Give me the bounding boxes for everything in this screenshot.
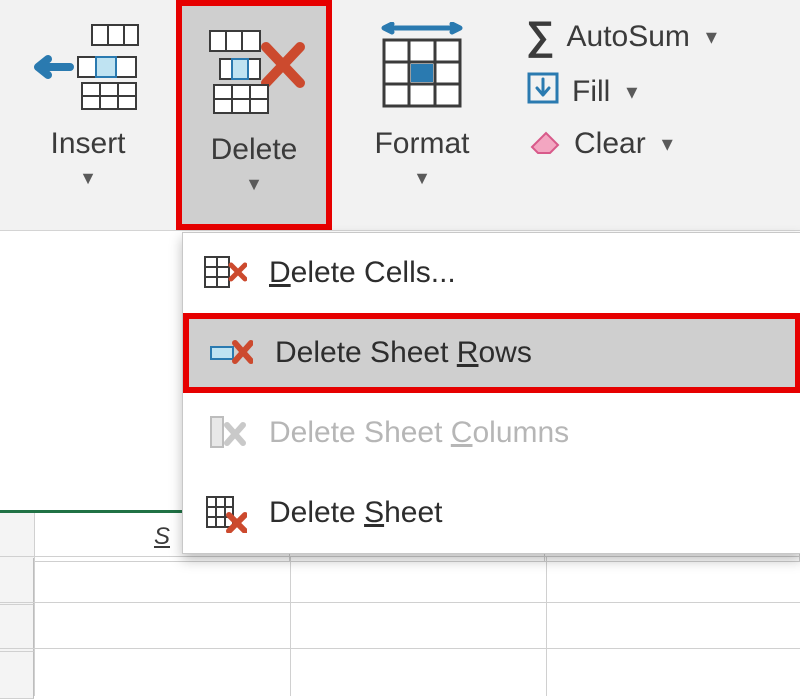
autosum-button[interactable]: ∑ AutoSum ▾ xyxy=(526,14,790,59)
delete-sheet-icon xyxy=(203,491,247,535)
sigma-icon: ∑ xyxy=(526,14,555,59)
clear-label: Clear xyxy=(574,127,646,161)
insert-label: Insert xyxy=(50,126,125,162)
chevron-down-icon: ▾ xyxy=(626,79,637,105)
editing-group: ∑ AutoSum ▾ Fill ▾ Clear ▾ xyxy=(512,0,800,230)
clear-button[interactable]: Clear ▾ xyxy=(526,125,790,163)
autosum-label: AutoSum xyxy=(567,20,690,54)
chevron-down-icon: ▾ xyxy=(662,131,673,157)
format-icon xyxy=(370,18,474,118)
menu-delete-cells[interactable]: Delete Cells... xyxy=(183,233,800,313)
chevron-down-icon: ▼ xyxy=(413,168,431,190)
eraser-icon xyxy=(526,125,562,163)
fill-label: Fill xyxy=(572,75,610,109)
delete-button[interactable]: Delete ▼ xyxy=(176,0,332,230)
delete-icon xyxy=(200,24,308,124)
fill-button[interactable]: Fill ▾ xyxy=(526,71,790,113)
format-button[interactable]: Format ▼ xyxy=(332,0,512,230)
worksheet-grid[interactable] xyxy=(0,556,800,696)
cells-group: Insert ▼ Delete ▼ xyxy=(0,0,512,230)
menu-item-label: Delete Cells... xyxy=(269,256,456,290)
select-all-corner[interactable] xyxy=(0,513,35,561)
insert-button[interactable]: Insert ▼ xyxy=(0,0,176,230)
fill-down-icon xyxy=(526,71,560,113)
chevron-down-icon: ▾ xyxy=(706,24,717,50)
insert-icon xyxy=(34,18,142,118)
delete-rows-icon xyxy=(209,331,253,375)
menu-item-label: Delete Sheet Rows xyxy=(275,336,532,370)
menu-item-label: Delete Sheet Columns xyxy=(269,416,569,450)
menu-delete-sheet[interactable]: Delete Sheet xyxy=(183,473,800,553)
menu-delete-sheet-rows[interactable]: Delete Sheet Rows xyxy=(183,313,800,393)
delete-label: Delete xyxy=(211,132,298,168)
chevron-down-icon: ▼ xyxy=(245,174,263,196)
menu-item-label: Delete Sheet xyxy=(269,496,442,530)
delete-columns-icon xyxy=(203,411,247,455)
menu-delete-sheet-columns: Delete Sheet Columns xyxy=(183,393,800,473)
chevron-down-icon: ▼ xyxy=(79,168,97,190)
ribbon: Insert ▼ Delete ▼ xyxy=(0,0,800,231)
format-label: Format xyxy=(374,126,469,162)
delete-dropdown-menu: Delete Cells... Delete Sheet Rows Delete… xyxy=(182,232,800,554)
delete-cells-icon xyxy=(203,251,247,295)
